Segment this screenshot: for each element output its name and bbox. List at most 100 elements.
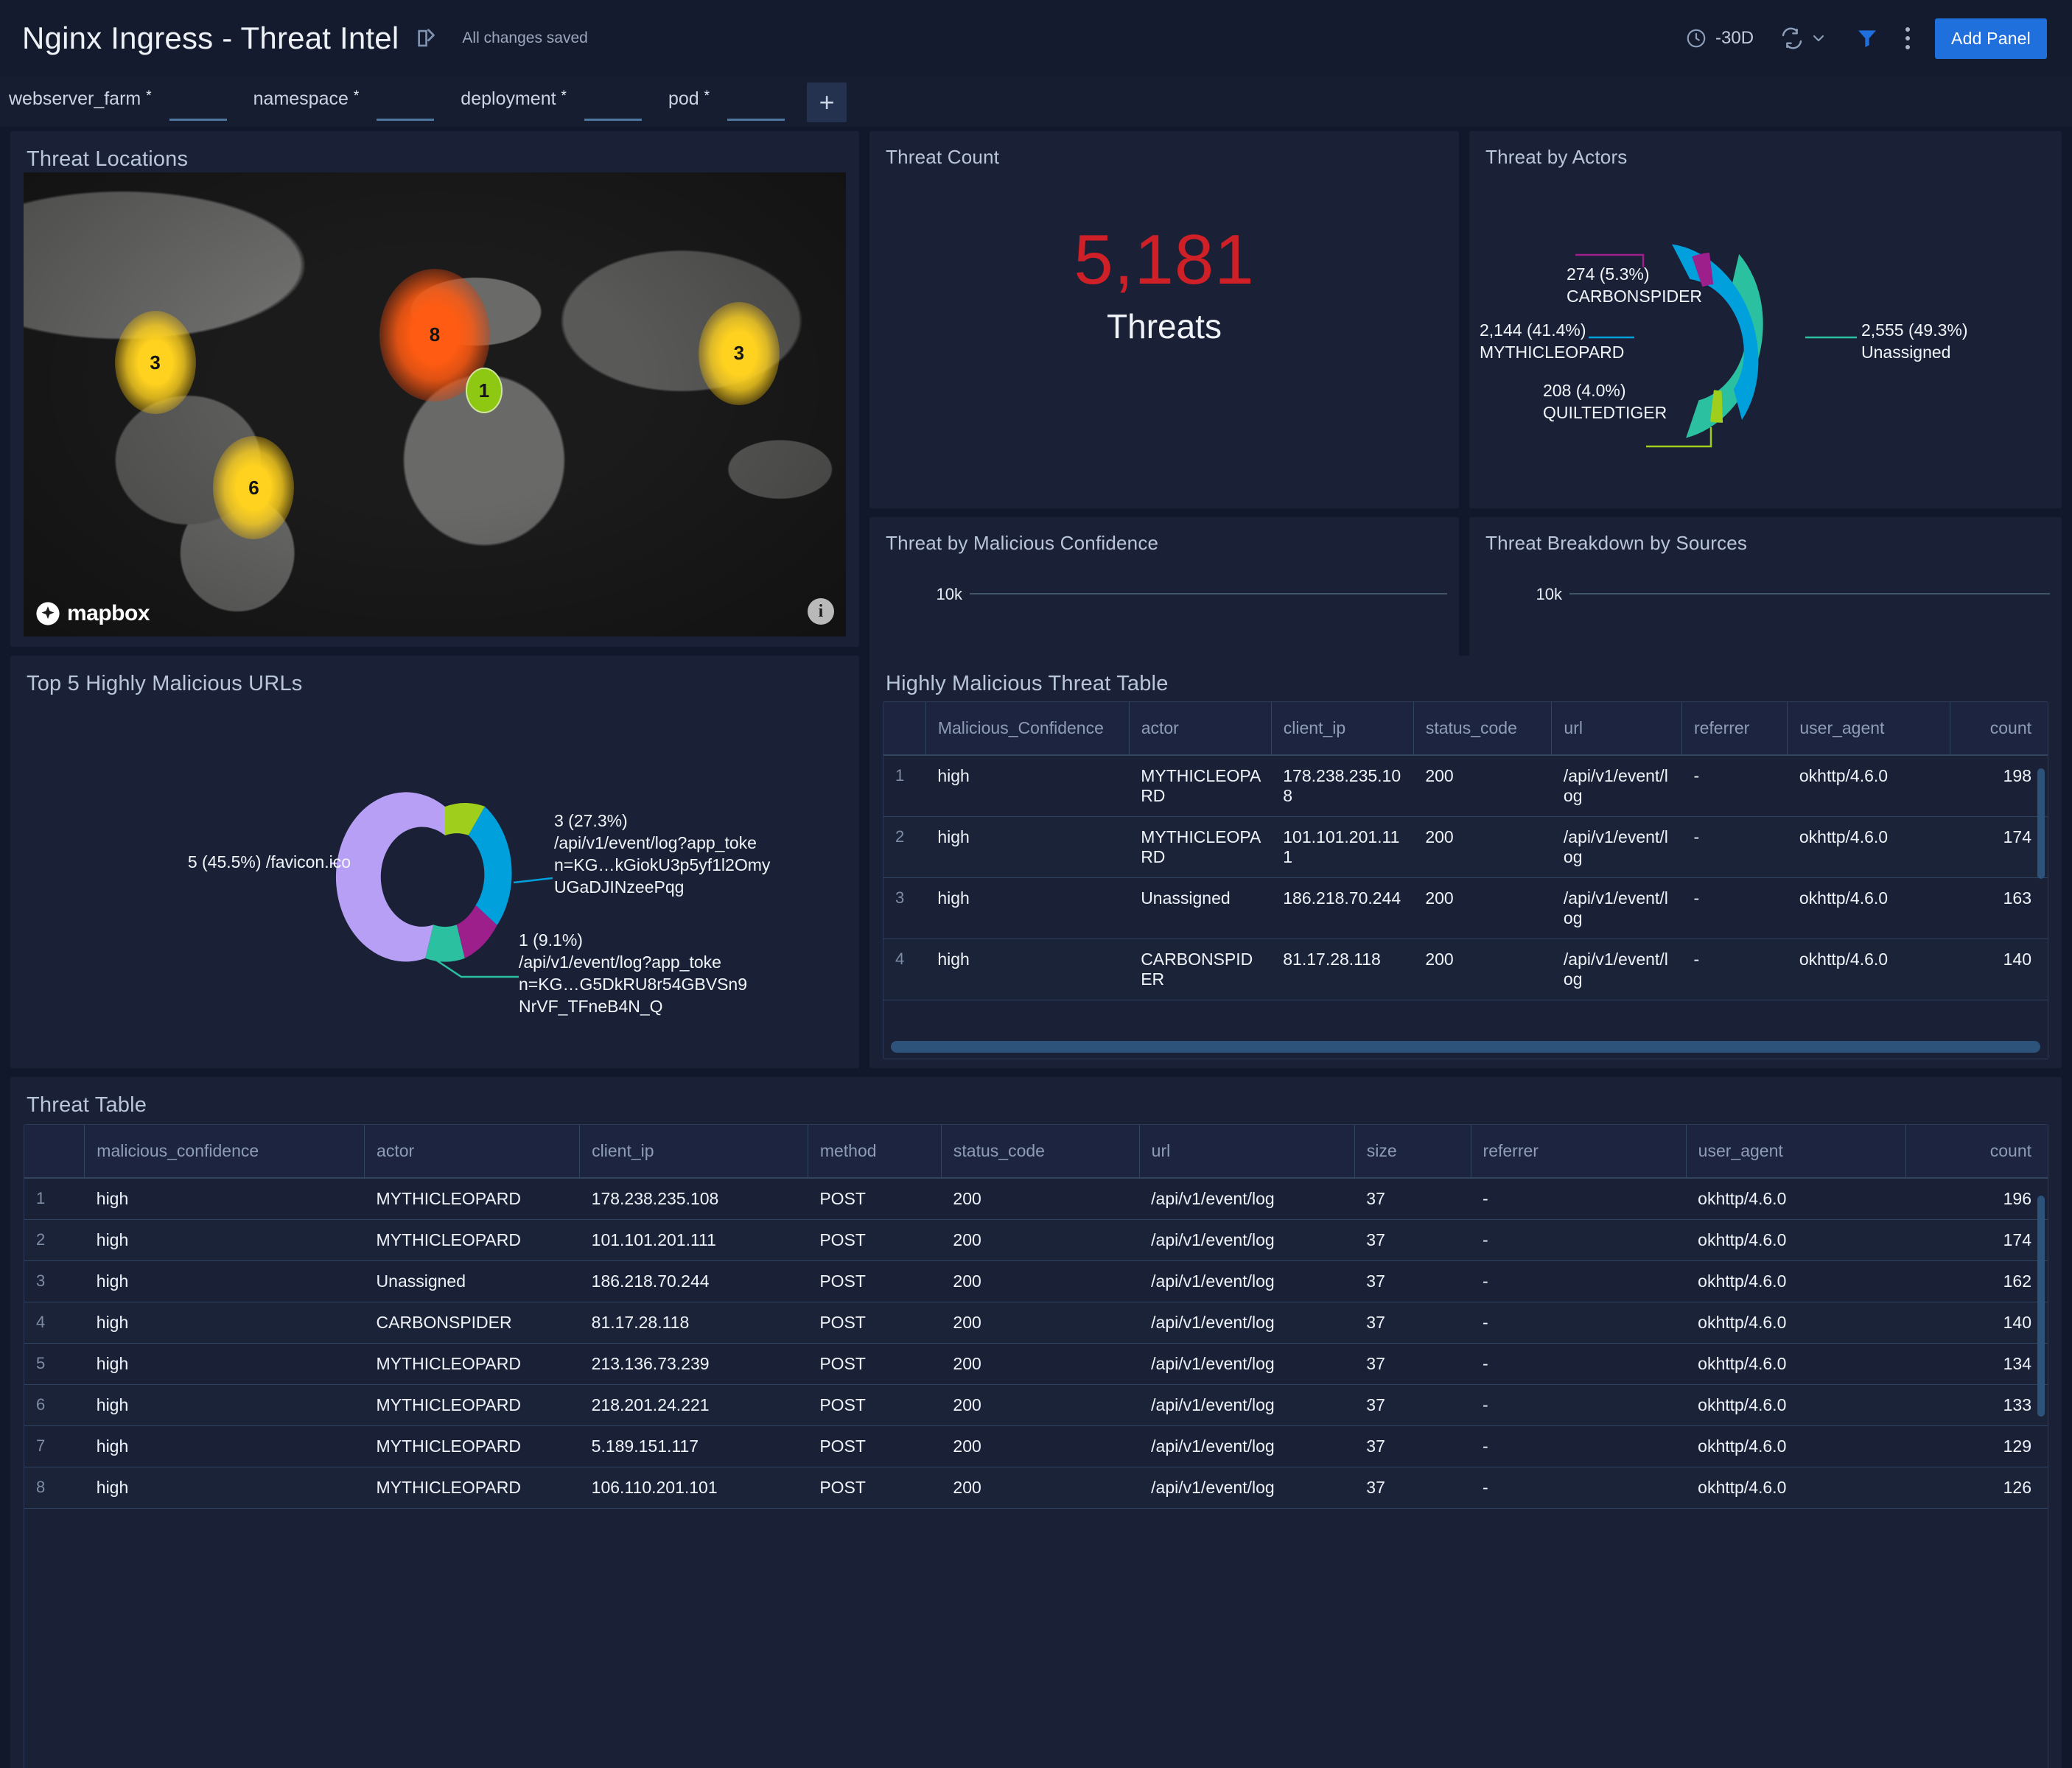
map-info-button[interactable]: i [808, 598, 834, 625]
cell-referrer: - [1471, 1220, 1686, 1261]
dashboard-header: Nginx Ingress - Threat Intel All changes… [0, 0, 2072, 77]
col-user-agent[interactable]: user_agent [1686, 1125, 1905, 1178]
cell-url: /api/v1/event/log [1139, 1302, 1354, 1344]
mapbox-logo[interactable]: mapbox [35, 601, 150, 626]
donut-leader-line [514, 878, 553, 883]
col-malicious-confidence[interactable]: malicious_confidence [85, 1125, 365, 1178]
cell-confidence: high [85, 1467, 365, 1509]
map-marker-count: 8 [430, 323, 440, 346]
table-vertical-scrollbar[interactable] [2037, 768, 2045, 879]
variable-webserver_farm[interactable]: webserver_farm * [9, 81, 227, 124]
col-referrer[interactable]: referrer [1681, 702, 1787, 755]
map-marker[interactable]: 3 [115, 311, 196, 414]
col-url[interactable]: url [1552, 702, 1682, 755]
mapbox-icon [35, 601, 60, 626]
table-row[interactable]: 3 high Unassigned 186.218.70.244 POST 20… [24, 1261, 2048, 1302]
time-range-picker[interactable]: -30D [1685, 27, 1754, 49]
more-options-button[interactable] [1905, 27, 1910, 49]
table-row[interactable]: 3 high Unassigned 186.218.70.244 200 /ap… [883, 878, 2048, 939]
variable-namespace[interactable]: namespace * [253, 81, 435, 124]
cell-count: 126 [1905, 1467, 2048, 1509]
col-count[interactable]: count [1950, 702, 2048, 755]
cell-status-code: 200 [1413, 939, 1552, 1000]
cell-size: 37 [1354, 1261, 1471, 1302]
cell-status-code: 200 [941, 1385, 1139, 1426]
cell-count: 140 [1905, 1302, 2048, 1344]
share-icon[interactable] [415, 26, 440, 51]
refresh-control[interactable] [1780, 27, 1827, 50]
cell-url: /api/v1/event/log [1139, 1426, 1354, 1467]
col-size[interactable]: size [1354, 1125, 1471, 1178]
table-row[interactable]: 7 high MYTHICLEOPARD 5.189.151.117 POST … [24, 1426, 2048, 1467]
map-marker[interactable]: 3 [699, 302, 780, 405]
col-index[interactable] [24, 1125, 85, 1178]
map-marker[interactable]: 1 [466, 368, 503, 413]
cell-actor: MYTHICLEOPARD [365, 1426, 580, 1467]
cell-status-code: 200 [1413, 755, 1552, 817]
panel-title: Threat Count [869, 131, 1459, 169]
variable-input-underline[interactable] [169, 119, 227, 121]
col-method[interactable]: method [808, 1125, 941, 1178]
table-vertical-scrollbar[interactable] [2037, 1196, 2045, 1417]
map-canvas[interactable]: 3 8 1 3 6 m [24, 172, 846, 636]
filter-button[interactable] [1855, 27, 1879, 50]
col-client-ip[interactable]: client_ip [580, 1125, 808, 1178]
cell-client-ip: 213.136.73.239 [580, 1344, 808, 1385]
cell-referrer: - [1471, 1426, 1686, 1467]
col-actor[interactable]: actor [365, 1125, 580, 1178]
col-index[interactable] [883, 702, 925, 755]
table-row[interactable]: 6 high MYTHICLEOPARD 218.201.24.221 POST… [24, 1385, 2048, 1426]
table-row[interactable]: 8 high MYTHICLEOPARD 106.110.201.101 POS… [24, 1467, 2048, 1509]
highly-malicious-table: Malicious_Confidence actor client_ip sta… [883, 702, 2048, 1000]
table-row[interactable]: 5 high MYTHICLEOPARD 213.136.73.239 POST… [24, 1344, 2048, 1385]
variable-input-underline[interactable] [727, 119, 785, 121]
col-user-agent[interactable]: user_agent [1788, 702, 1950, 755]
cell-index: 6 [24, 1385, 85, 1426]
cell-count: 174 [1905, 1220, 2048, 1261]
table-row[interactable]: 2 high MYTHICLEOPARD 101.101.201.111 200… [883, 817, 2048, 878]
table-row[interactable]: 4 high CARBONSPIDER 81.17.28.118 200 /ap… [883, 939, 2048, 1000]
cell-user-agent: okhttp/4.6.0 [1788, 817, 1950, 878]
cell-index: 2 [883, 817, 925, 878]
cell-actor: MYTHICLEOPARD [365, 1467, 580, 1509]
threat-table-wrapper[interactable]: malicious_confidence actor client_ip met… [24, 1124, 2048, 1768]
cell-status-code: 200 [941, 1302, 1139, 1344]
highly-malicious-table-wrapper[interactable]: Malicious_Confidence actor client_ip sta… [883, 701, 2048, 1059]
variable-input-underline[interactable] [584, 119, 642, 121]
table-row[interactable]: 1 high MYTHICLEOPARD 178.238.235.108 200… [883, 755, 2048, 817]
cell-method: POST [808, 1178, 941, 1220]
donut-slice-favicon[interactable] [336, 792, 445, 961]
cell-confidence: high [925, 755, 1129, 817]
add-variable-button[interactable]: + [807, 83, 847, 122]
col-malicious-confidence[interactable]: Malicious_Confidence [925, 702, 1129, 755]
table-row[interactable]: 1 high MYTHICLEOPARD 178.238.235.108 POS… [24, 1178, 2048, 1220]
col-count[interactable]: count [1905, 1125, 2048, 1178]
col-url[interactable]: url [1139, 1125, 1354, 1178]
add-panel-button[interactable]: Add Panel [1935, 18, 2047, 59]
cell-referrer: - [1681, 817, 1787, 878]
save-status: All changes saved [462, 29, 587, 47]
table-header-row: malicious_confidence actor client_ip met… [24, 1125, 2048, 1178]
cell-status-code: 200 [1413, 817, 1552, 878]
col-client-ip[interactable]: client_ip [1271, 702, 1413, 755]
map-marker[interactable]: 6 [213, 436, 294, 539]
cell-actor: MYTHICLEOPARD [1129, 817, 1271, 878]
donut-label-url-1: 3 (27.3%) /api/v1/event/log?app_toke n=K… [554, 810, 849, 899]
cell-client-ip: 178.238.235.108 [1271, 755, 1413, 817]
cell-status-code: 200 [941, 1344, 1139, 1385]
refresh-icon [1780, 27, 1804, 50]
variable-input-underline[interactable] [377, 119, 434, 121]
col-referrer[interactable]: referrer [1471, 1125, 1686, 1178]
table-row[interactable]: 4 high CARBONSPIDER 81.17.28.118 POST 20… [24, 1302, 2048, 1344]
table-horizontal-scrollbar[interactable] [891, 1041, 2040, 1053]
variable-pod[interactable]: pod * [668, 81, 785, 124]
col-status-code[interactable]: status_code [1413, 702, 1552, 755]
cell-index: 1 [24, 1178, 85, 1220]
cell-user-agent: okhttp/4.6.0 [1686, 1220, 1905, 1261]
col-actor[interactable]: actor [1129, 702, 1271, 755]
variable-deployment[interactable]: deployment * [461, 81, 642, 124]
table-row[interactable]: 2 high MYTHICLEOPARD 101.101.201.111 POS… [24, 1220, 2048, 1261]
cell-referrer: - [1681, 755, 1787, 817]
cell-actor: Unassigned [1129, 878, 1271, 939]
col-status-code[interactable]: status_code [941, 1125, 1139, 1178]
